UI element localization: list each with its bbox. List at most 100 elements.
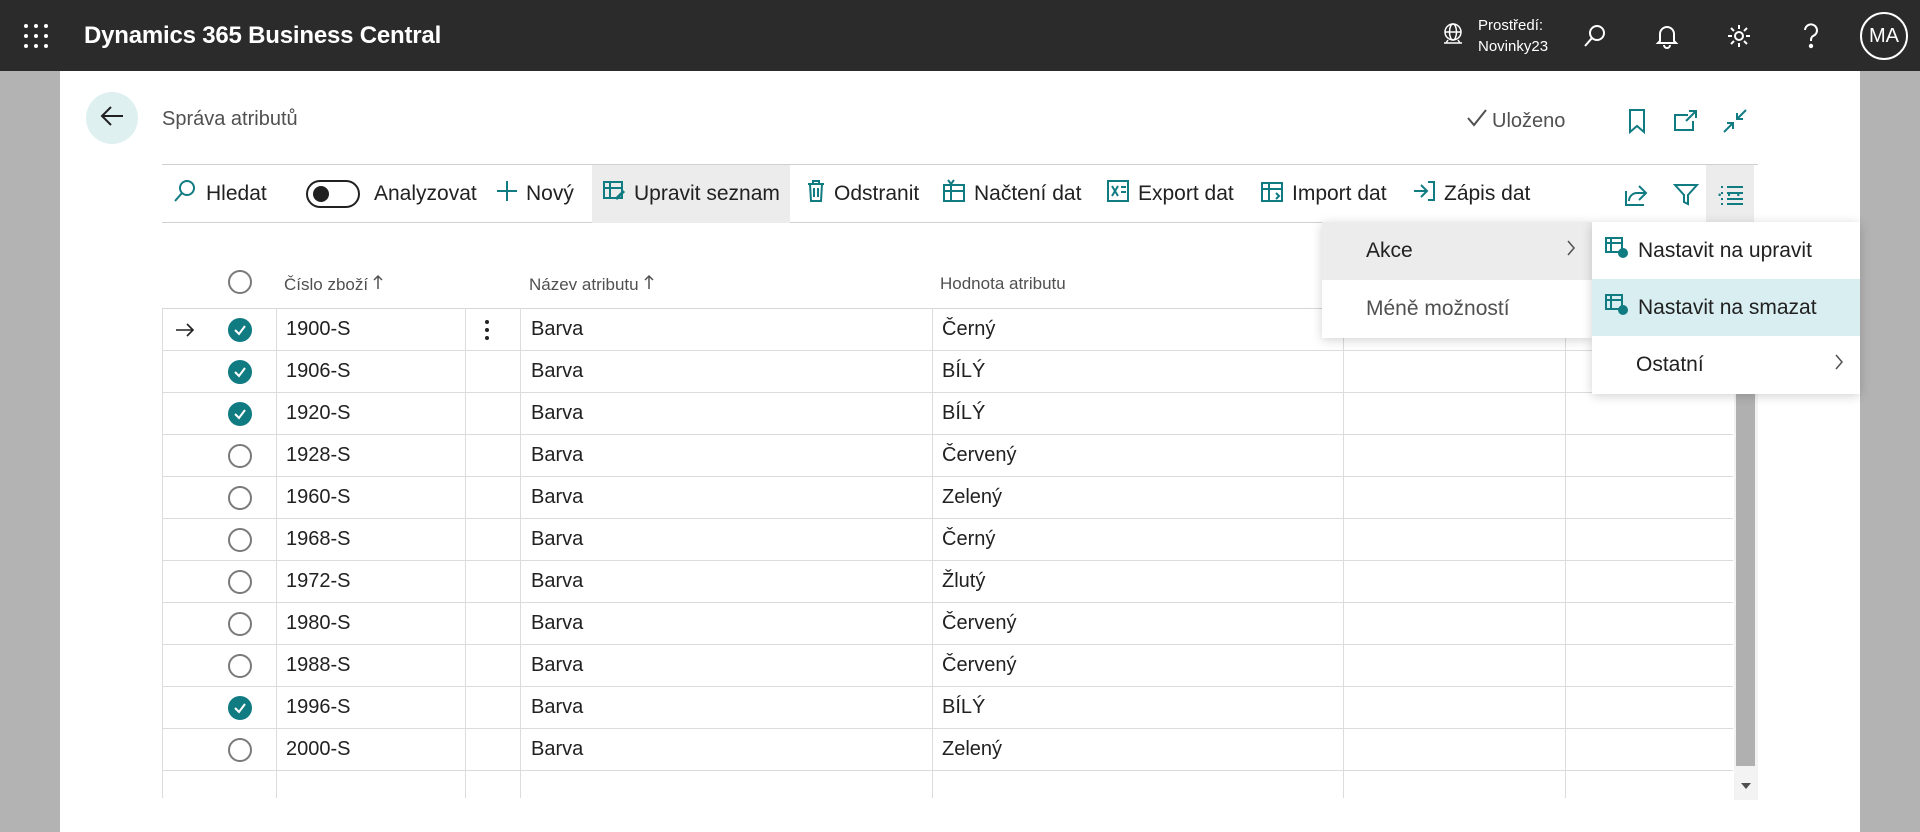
table-row[interactable]: 1906-S Barva BÍLÝ (162, 351, 1733, 393)
row-checkbox[interactable] (228, 687, 252, 728)
item-no-cell[interactable]: 1906-S (286, 351, 351, 392)
select-all-checkbox[interactable] (228, 270, 252, 294)
bookmark-icon[interactable] (1620, 104, 1654, 138)
app-launcher-icon[interactable] (24, 24, 48, 48)
bell-icon[interactable] (1648, 17, 1686, 55)
column-divider (932, 308, 933, 798)
column-header-attribute-name[interactable]: Název atributu (529, 274, 655, 295)
edit-list-icon (602, 179, 626, 209)
attribute-name-cell[interactable]: Barva (531, 393, 583, 434)
open-new-window-icon[interactable] (1668, 104, 1702, 138)
item-no-cell[interactable]: 2000-S (286, 729, 351, 770)
table-row[interactable]: 1920-S Barva BÍLÝ (162, 393, 1733, 435)
table-row[interactable]: 2000-S Barva Zelený (162, 729, 1733, 771)
attribute-name-cell[interactable]: Barva (531, 519, 583, 560)
search-icon[interactable] (1576, 17, 1614, 55)
menu-item-actions[interactable]: Akce (1322, 222, 1592, 280)
empty-new-row[interactable] (162, 771, 1733, 813)
item-no-cell[interactable]: 1928-S (286, 435, 351, 476)
attribute-value-cell[interactable]: BÍLÝ (942, 351, 985, 392)
table-row[interactable]: 1968-S Barva Černý (162, 519, 1733, 561)
table-row[interactable]: 1980-S Barva Červený (162, 603, 1733, 645)
row-actions-menu-icon[interactable] (484, 309, 490, 350)
item-no-cell[interactable]: 1960-S (286, 477, 351, 518)
item-no-cell[interactable]: 1972-S (286, 561, 351, 602)
attribute-name-cell[interactable]: Barva (531, 309, 583, 350)
row-checkbox[interactable] (228, 645, 252, 686)
gear-icon[interactable] (1720, 17, 1758, 55)
row-checkbox[interactable] (228, 351, 252, 392)
import-data-button[interactable]: Import dat (1250, 165, 1397, 223)
table-gear-icon (1604, 293, 1630, 323)
load-data-button[interactable]: Načtení dat (932, 165, 1091, 223)
table-row[interactable]: 1972-S Barva Žlutý (162, 561, 1733, 603)
column-header-attribute-value[interactable]: Hodnota atributu (940, 274, 1066, 294)
attribute-value-cell[interactable]: BÍLÝ (942, 687, 985, 728)
row-checkbox[interactable] (228, 309, 252, 350)
attribute-value-cell[interactable]: Černý (942, 519, 995, 560)
table-row[interactable]: 1988-S Barva Červený (162, 645, 1733, 687)
write-data-button[interactable]: Zápis dat (1402, 165, 1540, 223)
attribute-name-cell[interactable]: Barva (531, 435, 583, 476)
environment-indicator[interactable]: Prostředí: Novinky23 (1440, 14, 1548, 58)
item-no-cell[interactable]: 1968-S (286, 519, 351, 560)
table-row[interactable]: 1996-S Barva BÍLÝ (162, 687, 1733, 729)
table-row[interactable]: 1928-S Barva Červený (162, 435, 1733, 477)
help-icon[interactable] (1792, 17, 1830, 55)
item-no-cell[interactable]: 1900-S (286, 309, 351, 350)
menu-item-fewer-options[interactable]: Méně možností (1322, 280, 1592, 338)
analyze-toggle[interactable]: Analyzovat (296, 165, 487, 223)
attribute-value-cell[interactable]: Červený (942, 645, 1016, 686)
menu-item-set-to-delete[interactable]: Nastavit na smazat (1592, 279, 1860, 336)
app-title[interactable]: Dynamics 365 Business Central (84, 22, 441, 50)
attribute-name-cell[interactable]: Barva (531, 351, 583, 392)
row-checkbox[interactable] (228, 561, 252, 602)
row-checkbox[interactable] (228, 729, 252, 770)
scroll-down-arrow-icon[interactable] (1736, 776, 1756, 796)
import-data-label: Import dat (1292, 182, 1387, 205)
item-no-cell[interactable]: 1988-S (286, 645, 351, 686)
attribute-name-cell[interactable]: Barva (531, 603, 583, 644)
delete-button[interactable]: Odstranit (796, 165, 929, 223)
search-action[interactable]: Hledat (162, 165, 277, 223)
edit-list-button[interactable]: Upravit seznam (592, 165, 790, 223)
attribute-value-cell[interactable]: BÍLÝ (942, 393, 985, 434)
attribute-name-cell[interactable]: Barva (531, 687, 583, 728)
share-icon[interactable] (1618, 177, 1654, 213)
column-header-item-no[interactable]: Číslo zboží (284, 274, 384, 295)
checked-circle-icon (228, 401, 252, 426)
environment-label: Prostředí: (1478, 17, 1544, 34)
attribute-value-cell[interactable]: Černý (942, 309, 995, 350)
menu-item-other[interactable]: Ostatní (1592, 336, 1860, 393)
back-button[interactable] (86, 92, 138, 144)
attribute-name-cell[interactable]: Barva (531, 729, 583, 770)
item-no-cell[interactable]: 1920-S (286, 393, 351, 434)
row-checkbox[interactable] (228, 435, 252, 476)
filter-icon[interactable] (1668, 177, 1704, 213)
user-avatar[interactable]: MA (1860, 12, 1908, 60)
row-checkbox[interactable] (228, 393, 252, 434)
menu-item-label: Nastavit na upravit (1638, 238, 1812, 262)
export-data-button[interactable]: Export dat (1096, 165, 1244, 223)
row-checkbox[interactable] (228, 477, 252, 518)
new-button[interactable]: Nový (486, 165, 584, 223)
attribute-name-cell[interactable]: Barva (531, 645, 583, 686)
table-row[interactable]: 1960-S Barva Zelený (162, 477, 1733, 519)
attribute-value-cell[interactable]: Červený (942, 435, 1016, 476)
list-view-icon[interactable] (1714, 177, 1750, 213)
row-checkbox[interactable] (228, 519, 252, 560)
attribute-value-cell[interactable]: Zelený (942, 729, 1002, 770)
toggle-switch[interactable] (306, 180, 360, 208)
item-no-cell[interactable]: 1996-S (286, 687, 351, 728)
attribute-value-cell[interactable]: Žlutý (942, 561, 985, 602)
attribute-value-cell[interactable]: Zelený (942, 477, 1002, 518)
collapse-icon[interactable] (1718, 104, 1752, 138)
menu-item-set-to-edit[interactable]: Nastavit na upravit (1592, 222, 1860, 279)
attribute-name-cell[interactable]: Barva (531, 477, 583, 518)
attribute-value-cell[interactable]: Červený (942, 603, 1016, 644)
chevron-right-icon (1834, 353, 1844, 377)
export-data-label: Export dat (1138, 182, 1234, 205)
row-checkbox[interactable] (228, 603, 252, 644)
item-no-cell[interactable]: 1980-S (286, 603, 351, 644)
attribute-name-cell[interactable]: Barva (531, 561, 583, 602)
